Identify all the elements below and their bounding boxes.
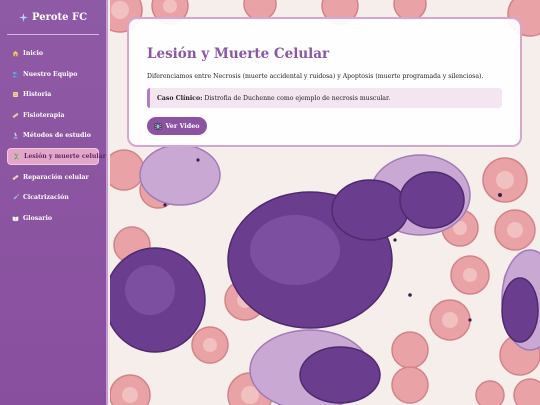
nav-item-historia[interactable]: Historia: [7, 86, 99, 103]
description-text: Diferenciamos entre Necrosis (muerte acc…: [147, 73, 484, 80]
nav-item-lesion-y-muerte-celular[interactable]: Lesión y muerte celular: [7, 147, 106, 165]
scroll-icon: [13, 92, 18, 98]
watch-video-button[interactable]: Ver Video: [147, 117, 207, 135]
nav-item-label: Historia: [23, 91, 52, 99]
nav-item-glosario[interactable]: Glosario: [7, 210, 99, 227]
book-icon: [12, 216, 19, 222]
dna-icon: [14, 153, 19, 160]
nav-item-label: Nuestro Equipo: [23, 70, 78, 78]
bandage-icon: [12, 113, 19, 118]
nav-item-label: Fisioterapia: [23, 111, 65, 119]
clinical-case-box: Caso Clínico: Distrofia de Duchenne como…: [147, 88, 502, 108]
nav-item-metodos-de-estudio[interactable]: Métodos de estudio: [7, 127, 99, 144]
nav-item-nuestro-equipo[interactable]: Nuestro Equipo: [7, 66, 99, 83]
nav-item-label: Métodos de estudio: [23, 132, 91, 140]
brand[interactable]: Perote FC: [0, 0, 106, 34]
nav-item-fisioterapia[interactable]: Fisioterapia: [7, 107, 99, 124]
people-icon: [12, 71, 19, 77]
content-card: Lesión y Muerte Celular Diferenciamos en…: [127, 17, 522, 147]
sidebar: Perote FC Inicio Nuestro Equipo Historia: [0, 0, 108, 405]
brand-divider: [7, 34, 99, 35]
sparkle-icon: [18, 12, 28, 22]
case-text: Distrofia de Duchenne como ejemplo de ne…: [204, 94, 391, 102]
nav-item-label: Cicatrización: [23, 194, 69, 202]
nav-item-label: Inicio: [23, 50, 43, 57]
film-icon: [154, 122, 162, 130]
nav-menu: Inicio Nuestro Equipo Historia Fisiotera…: [0, 45, 106, 227]
brand-title: Perote FC: [31, 11, 88, 23]
nav-item-label: Reparación celular: [23, 173, 89, 181]
microscope-icon: [13, 132, 18, 140]
band-aid-icon: [12, 174, 19, 180]
nav-item-cicatrizacion[interactable]: Cicatrización: [7, 189, 99, 206]
watch-video-label: Ver Video: [165, 122, 200, 130]
nav-item-label: Glosario: [23, 214, 52, 222]
case-label: Caso Clínico:: [157, 94, 203, 102]
nav-item-reparacion-celular[interactable]: Reparación celular: [7, 169, 99, 186]
nav-item-inicio[interactable]: Inicio: [7, 45, 99, 62]
syringe-icon: [13, 194, 19, 200]
page-title: Lesión y Muerte Celular: [147, 46, 330, 62]
house-icon: [12, 50, 19, 57]
nav-item-label: Lesión y muerte celular: [24, 152, 107, 160]
